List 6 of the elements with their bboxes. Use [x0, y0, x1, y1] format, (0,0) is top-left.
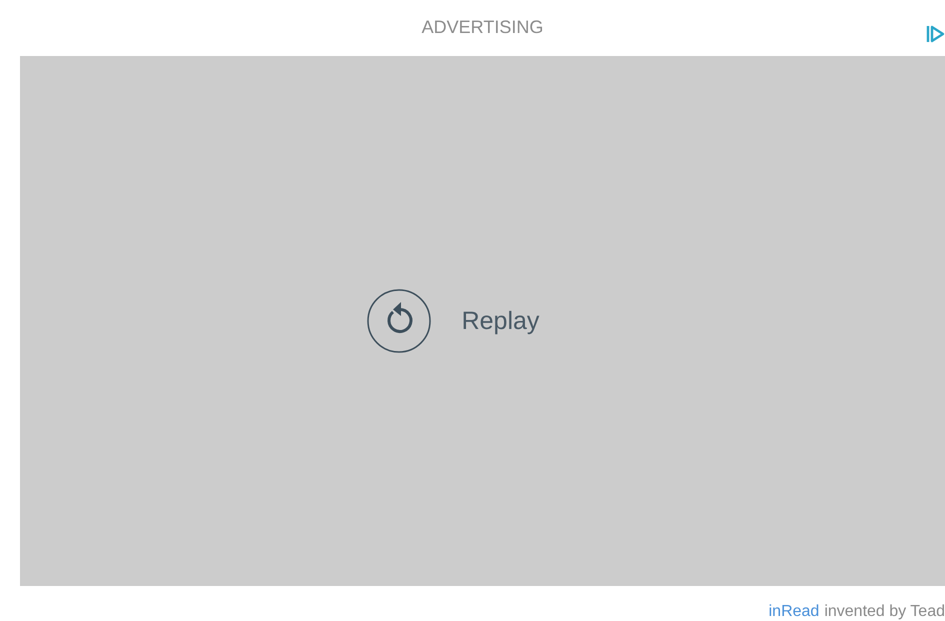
replay-button[interactable]: Replay	[366, 288, 540, 354]
replay-icon	[366, 288, 432, 354]
advertising-label: ADVERTISING	[422, 16, 544, 38]
play-icon[interactable]	[925, 24, 945, 44]
inread-link[interactable]: inRead	[768, 603, 820, 621]
credit-text: invented by Tead	[824, 603, 945, 621]
